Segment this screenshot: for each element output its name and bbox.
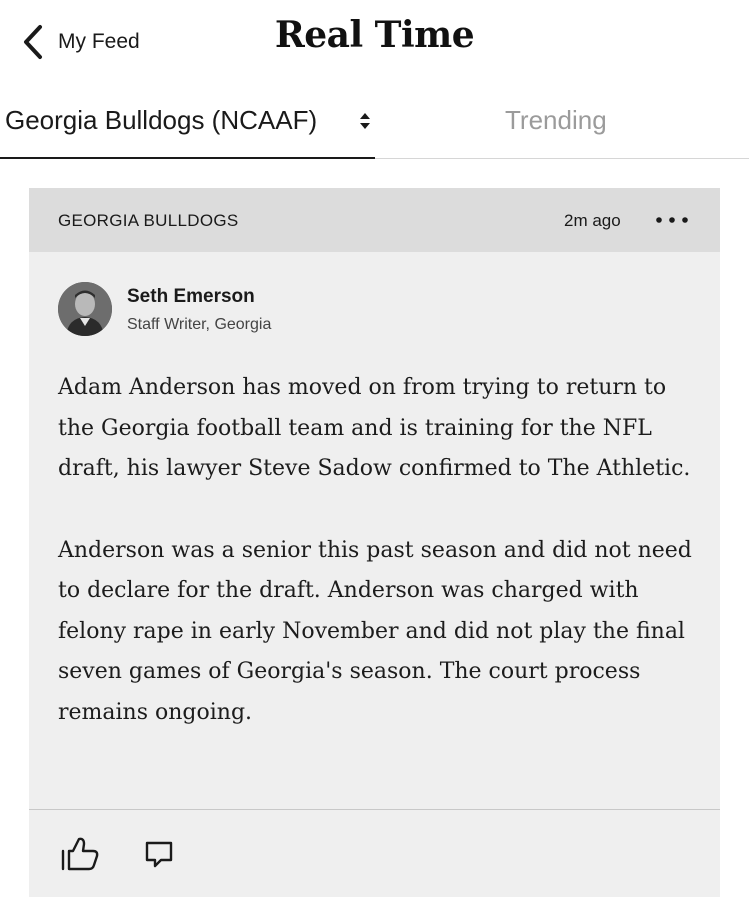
author-name[interactable]: Seth Emerson — [127, 286, 255, 308]
tab-trending[interactable]: Trending — [505, 105, 607, 136]
tab-bar: Georgia Bulldogs (NCAAF) Trending — [0, 95, 749, 159]
author-block: Seth Emerson Staff Writer, Georgia — [58, 282, 698, 338]
tab-label: Georgia Bulldogs (NCAAF) — [5, 105, 318, 135]
paragraph: Adam Anderson has moved on from trying t… — [58, 375, 691, 481]
more-horizontal-icon[interactable] — [654, 208, 690, 232]
team-label[interactable]: GEORGIA BULLDOGS — [58, 211, 239, 231]
comment-icon[interactable] — [143, 838, 175, 870]
sort-updown-icon — [360, 113, 370, 129]
avatar[interactable] — [58, 282, 112, 336]
avatar-portrait — [58, 282, 112, 336]
paragraph: Anderson was a senior this past season a… — [58, 537, 692, 725]
post-header: GEORGIA BULLDOGS 2m ago — [29, 188, 720, 252]
timestamp: 2m ago — [564, 211, 621, 230]
page-title: Real Time — [274, 14, 475, 56]
thumbs-up-icon[interactable] — [60, 836, 100, 872]
post-body: Adam Anderson has moved on from trying t… — [58, 368, 698, 774]
divider — [29, 809, 720, 810]
top-bar: My Feed Real Time — [0, 0, 749, 80]
post-card: GEORGIA BULLDOGS 2m ago Seth Emerson Sta… — [29, 188, 720, 897]
tab-georgia-bulldogs[interactable]: Georgia Bulldogs (NCAAF) — [0, 95, 375, 159]
author-role: Staff Writer, Georgia — [127, 316, 272, 333]
